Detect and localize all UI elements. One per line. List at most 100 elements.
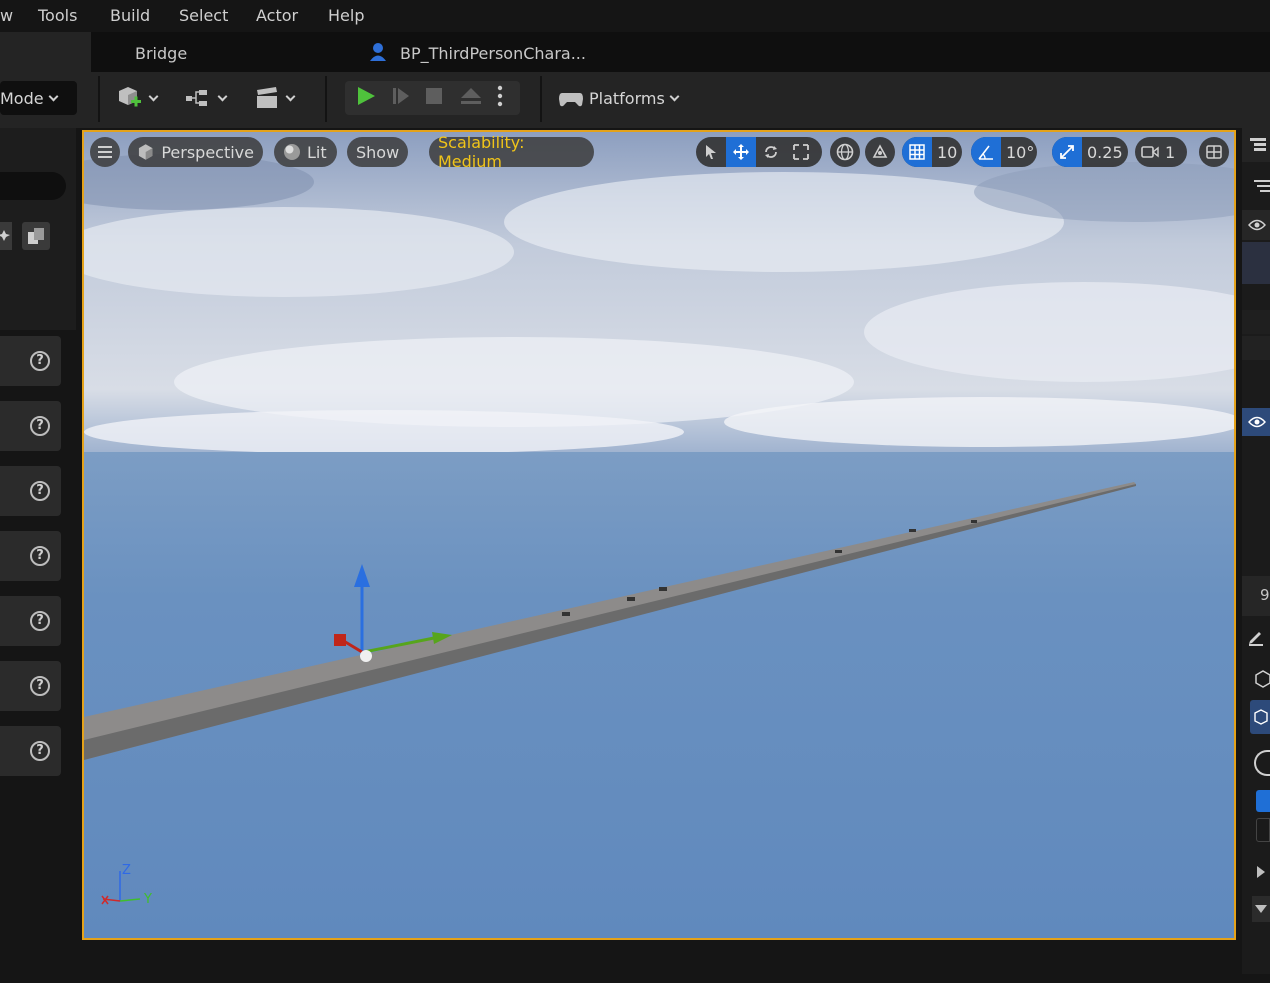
- lit-label: Lit: [307, 142, 327, 162]
- main-toolbar: Mode Platforms: [0, 72, 1270, 128]
- partial-value: 9: [1260, 586, 1270, 604]
- toolbar-divider: [325, 76, 327, 122]
- outliner-row-selected[interactable]: [1242, 242, 1270, 284]
- help-icon[interactable]: ?: [30, 611, 50, 631]
- tab-bridge[interactable]: Bridge: [135, 44, 187, 63]
- mode-dropdown[interactable]: Mode: [0, 81, 77, 115]
- component-button[interactable]: [1242, 666, 1270, 692]
- chevron-down-icon: [285, 91, 296, 101]
- status-bar: [0, 940, 1242, 983]
- cube-outline-icon: [1255, 670, 1270, 688]
- menu-build[interactable]: Build: [110, 6, 150, 25]
- shapes-category-icon[interactable]: [22, 222, 50, 250]
- grid-snap-group[interactable]: 10: [902, 137, 962, 167]
- select-mode-icon[interactable]: [696, 137, 726, 167]
- outliner-row-highlighted[interactable]: [1242, 408, 1270, 436]
- menu-select[interactable]: Select: [179, 6, 228, 25]
- chevron-down-icon: [669, 91, 680, 101]
- blueprints-button[interactable]: [185, 81, 233, 115]
- component-button-active[interactable]: [1250, 700, 1270, 734]
- rotation-snap-group[interactable]: 10°: [971, 137, 1037, 167]
- help-icon[interactable]: ?: [30, 481, 50, 501]
- menu-window[interactable]: w: [0, 6, 13, 25]
- camera-icon: [1135, 137, 1165, 167]
- show-flags-button[interactable]: Show: [347, 137, 408, 167]
- grid-snap-icon[interactable]: [902, 137, 932, 167]
- search-input[interactable]: [0, 172, 66, 200]
- advance-frame-icon[interactable]: [391, 86, 411, 110]
- add-actor-button[interactable]: [116, 81, 166, 115]
- show-label: Show: [356, 142, 400, 162]
- cinematics-button[interactable]: [255, 81, 301, 115]
- scale-snap-value[interactable]: 0.25: [1087, 143, 1123, 162]
- outliner-row[interactable]: [1242, 310, 1270, 334]
- list-item[interactable]: ?: [0, 531, 61, 581]
- world-local-toggle[interactable]: [830, 137, 860, 167]
- help-icon[interactable]: ?: [30, 676, 50, 696]
- blueprint-person-icon: [369, 42, 387, 62]
- radio-button[interactable]: [1254, 750, 1270, 776]
- toolbar-divider: [540, 76, 542, 122]
- outliner-row[interactable]: [1242, 336, 1270, 360]
- scale-snap-icon[interactable]: [1052, 137, 1082, 167]
- outliner-icon[interactable]: [1250, 138, 1266, 152]
- level-viewport[interactable]: Perspective Lit Show Scalability: Medium: [82, 130, 1236, 940]
- camera-speed-value: 1: [1165, 142, 1176, 162]
- effects-category-icon[interactable]: [0, 222, 12, 250]
- list-item[interactable]: ?: [0, 726, 61, 776]
- collapse-arrow-icon[interactable]: [1252, 896, 1270, 922]
- panel-spacer: [0, 264, 76, 330]
- surface-snapping-toggle[interactable]: [865, 137, 895, 167]
- lit-view-mode-button[interactable]: Lit: [274, 137, 337, 167]
- scale-mode-icon[interactable]: [786, 137, 816, 167]
- filter-icon: [1254, 180, 1270, 192]
- list-item[interactable]: ?: [0, 401, 61, 451]
- edit-button[interactable]: [1242, 624, 1270, 650]
- viewport-layout-button[interactable]: [1199, 137, 1229, 167]
- toolbar-divider: [98, 76, 100, 122]
- menu-actor[interactable]: Actor: [256, 6, 298, 25]
- platforms-button[interactable]: Platforms: [558, 81, 686, 115]
- outliner-panel: 9: [1242, 128, 1270, 974]
- lit-sphere-icon: [284, 144, 300, 160]
- document-tab-strip: Bridge BP_ThirdPersonChara...: [0, 32, 1270, 72]
- tab-bp-third-person-character[interactable]: BP_ThirdPersonChara...: [400, 44, 586, 63]
- cube-icon: [138, 144, 153, 160]
- play-icon[interactable]: [355, 85, 377, 111]
- list-item[interactable]: ?: [0, 661, 61, 711]
- filter-button[interactable]: [1242, 168, 1270, 204]
- perspective-button[interactable]: Perspective: [128, 137, 263, 167]
- rotation-snap-value[interactable]: 10°: [1006, 143, 1034, 162]
- scale-snap-group[interactable]: 0.25: [1052, 137, 1128, 167]
- checkbox[interactable]: [1256, 818, 1270, 842]
- grid-snap-value[interactable]: 10: [937, 143, 957, 162]
- eject-icon[interactable]: [459, 86, 483, 110]
- angle-snap-icon[interactable]: [971, 137, 1001, 167]
- layout-grid-icon: [1206, 145, 1222, 159]
- details-field[interactable]: 9: [1242, 576, 1270, 616]
- axis-z-label: Z: [122, 863, 131, 878]
- place-actors-panel: ? ? ? ? ? ? ?: [0, 128, 76, 938]
- eye-icon[interactable]: [1248, 416, 1266, 428]
- help-icon[interactable]: ?: [30, 351, 50, 371]
- list-item[interactable]: ?: [0, 596, 61, 646]
- eye-icon[interactable]: [1248, 219, 1266, 231]
- list-item[interactable]: ?: [0, 466, 61, 516]
- rotate-mode-icon[interactable]: [756, 137, 786, 167]
- help-icon[interactable]: ?: [30, 416, 50, 436]
- menu-help[interactable]: Help: [328, 6, 364, 25]
- viewport-options-button[interactable]: [90, 137, 120, 167]
- play-options-kebab-icon[interactable]: [497, 85, 503, 111]
- help-icon[interactable]: ?: [30, 546, 50, 566]
- platforms-label: Platforms: [589, 88, 665, 108]
- tab-level-editor[interactable]: [0, 32, 91, 72]
- help-icon[interactable]: ?: [30, 741, 50, 761]
- expand-arrow-icon[interactable]: [1256, 864, 1270, 882]
- camera-speed-button[interactable]: 1: [1135, 137, 1187, 167]
- menu-tools[interactable]: Tools: [38, 6, 77, 25]
- translate-mode-icon[interactable]: [726, 137, 756, 167]
- checkbox-checked[interactable]: [1256, 790, 1270, 812]
- scalability-warning[interactable]: Scalability: Medium: [429, 133, 594, 171]
- list-item[interactable]: ?: [0, 336, 61, 386]
- stop-icon[interactable]: [425, 87, 443, 109]
